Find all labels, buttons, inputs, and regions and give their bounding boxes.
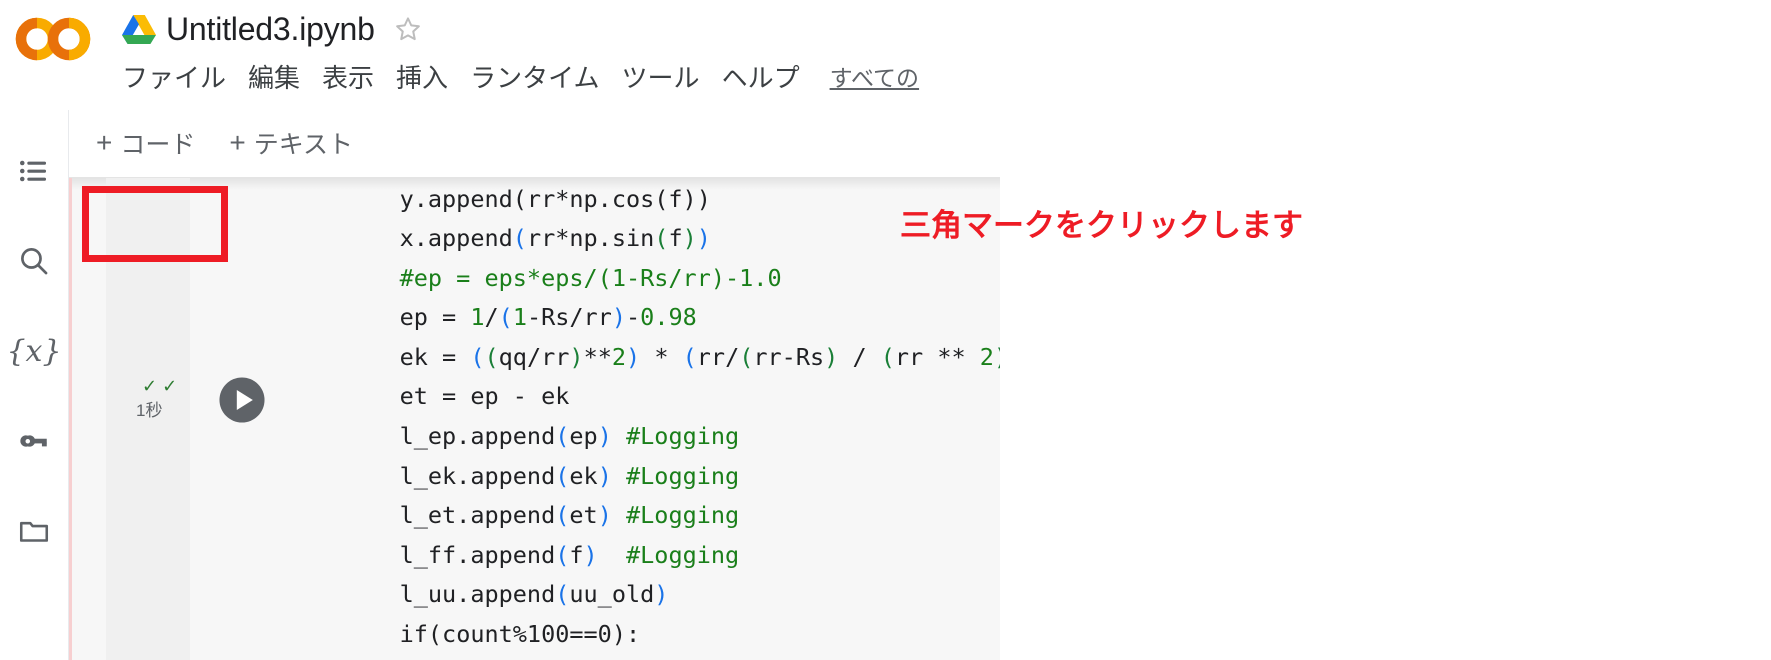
sidebar-item-variables[interactable]: {x} bbox=[0, 317, 68, 385]
run-cell-button[interactable] bbox=[216, 374, 268, 426]
add-text-cell-button[interactable]: + テキスト bbox=[229, 125, 353, 161]
menu-tools[interactable]: ツール bbox=[622, 58, 700, 95]
app-header: Untitled3.ipynb ファイル 編集 表示 挿入 ランタイム ツール … bbox=[0, 0, 1000, 110]
menu-edit[interactable]: 編集 bbox=[248, 58, 300, 95]
sidebar-item-search[interactable] bbox=[0, 227, 68, 295]
execution-time-label: 1秒 bbox=[136, 401, 163, 420]
variables-icon: {x} bbox=[6, 333, 62, 369]
code-line: l_ep.append(ep) #Logging bbox=[343, 422, 740, 451]
table-of-contents-icon bbox=[18, 155, 50, 187]
add-code-cell-button[interactable]: + コード bbox=[96, 125, 195, 161]
code-line: l_uu.append(uu_old) bbox=[343, 580, 669, 609]
add-code-cell-label: コード bbox=[120, 130, 196, 159]
plus-icon: + bbox=[96, 126, 113, 158]
code-editor-content[interactable]: y.append(rr*np.cos(f)) x.append(rr*np.si… bbox=[343, 180, 1000, 655]
execution-success-marks: ✓ ✓ bbox=[142, 376, 178, 396]
plus-icon: + bbox=[229, 126, 246, 158]
code-line: l_ff.append(f) #Logging bbox=[343, 540, 740, 569]
code-line: l_et.append(et) #Logging bbox=[343, 501, 740, 530]
add-text-cell-label: テキスト bbox=[253, 130, 353, 159]
menu-bar: ファイル 編集 表示 挿入 ランタイム ツール ヘルプ すべての bbox=[122, 55, 919, 97]
folder-icon bbox=[17, 514, 51, 548]
sidebar-item-files[interactable] bbox=[0, 497, 68, 565]
menu-help[interactable]: ヘルプ bbox=[722, 58, 800, 95]
menu-view[interactable]: 表示 bbox=[322, 58, 374, 95]
empty-right-area bbox=[1000, 0, 1771, 660]
sidebar-item-secrets[interactable] bbox=[0, 407, 68, 475]
sidebar-item-toc[interactable] bbox=[0, 137, 68, 205]
code-line: ep = 1/(1-Rs/rr)-0.98 bbox=[343, 303, 697, 332]
save-status-link[interactable]: すべての bbox=[830, 59, 919, 93]
colab-window: Untitled3.ipynb ファイル 編集 表示 挿入 ランタイム ツール … bbox=[0, 0, 1771, 660]
star-outline-icon[interactable] bbox=[393, 14, 423, 44]
search-icon bbox=[17, 244, 51, 278]
key-icon bbox=[17, 424, 51, 458]
code-line: ek = ((qq/rr)**2) * (rr/(rr-Rs) / (rr **… bbox=[343, 342, 1000, 371]
annotation-caption: 三角マークをクリックします bbox=[900, 208, 1303, 243]
code-line: et = ep - ek bbox=[343, 382, 570, 411]
cell-toolbar: + コード + テキスト bbox=[68, 109, 387, 176]
colab-logo-icon[interactable] bbox=[12, 12, 96, 66]
notebook-title-row: Untitled3.ipynb bbox=[122, 6, 423, 52]
code-line: #ep = eps*eps/(1-Rs/rr)-1.0 bbox=[343, 263, 782, 292]
menu-runtime[interactable]: ランタイム bbox=[470, 58, 599, 95]
google-drive-icon bbox=[122, 14, 156, 44]
page-title[interactable]: Untitled3.ipynb bbox=[166, 11, 375, 48]
play-circle-icon bbox=[216, 377, 268, 430]
code-line: if(count%100==0): bbox=[343, 620, 641, 649]
menu-insert[interactable]: 挿入 bbox=[396, 58, 448, 95]
left-sidebar-rail: {x} bbox=[0, 108, 69, 660]
menu-file[interactable]: ファイル bbox=[122, 58, 226, 95]
annotation-highlight-box bbox=[82, 186, 228, 262]
code-line: l_ek.append(ek) #Logging bbox=[343, 461, 740, 490]
